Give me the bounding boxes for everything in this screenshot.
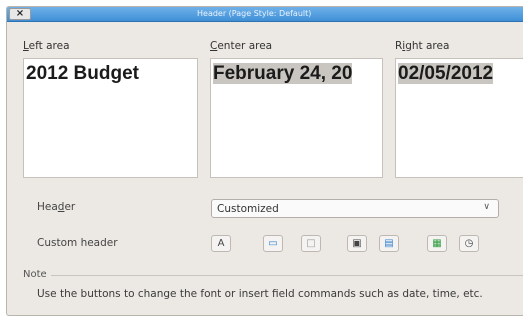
center-area-label: Center area: [210, 40, 273, 52]
close-button[interactable]: ×: [9, 8, 31, 20]
text-attributes-button[interactable]: A: [211, 235, 231, 252]
file-name-icon: □: [306, 238, 316, 249]
note-divider: [51, 275, 523, 276]
center-area-editor[interactable]: February 24, 20: [210, 58, 383, 178]
left-area-text: 2012 Budget: [26, 63, 139, 84]
header-label: Header: [37, 201, 76, 213]
chevron-down-icon: ∨: [483, 202, 490, 212]
time-icon: ◷: [464, 238, 474, 249]
text-attributes-icon: A: [217, 238, 225, 249]
header-select-value: Customized: [217, 203, 279, 215]
file-name-button[interactable]: □: [301, 235, 321, 252]
close-icon: ×: [15, 8, 25, 19]
center-area-text: February 24, 20: [213, 63, 353, 84]
left-area-label: Left area: [23, 40, 70, 52]
right-area-editor[interactable]: 02/05/2012: [395, 58, 523, 178]
header-select[interactable]: Customized ∨: [211, 199, 499, 218]
right-area-label: Right area: [395, 40, 450, 52]
date-button[interactable]: ▦: [427, 235, 447, 252]
date-icon: ▦: [432, 238, 442, 249]
time-button[interactable]: ◷: [459, 235, 479, 252]
sheet-name-icon: ▣: [352, 238, 362, 249]
header-dialog: × Header (Page Style: Default) Left area…: [6, 6, 523, 316]
sheet-name-button[interactable]: ▣: [347, 235, 367, 252]
title-button[interactable]: ▭: [263, 235, 283, 252]
note-text: Use the buttons to change the font or in…: [37, 288, 483, 300]
titlebar[interactable]: × Header (Page Style: Default): [7, 7, 523, 22]
note-label: Note: [23, 269, 47, 280]
title-icon: ▭: [268, 238, 278, 249]
left-area-editor[interactable]: 2012 Budget: [23, 58, 198, 178]
window-title: Header (Page Style: Default): [197, 9, 312, 18]
right-area-text: 02/05/2012: [398, 63, 494, 84]
page-icon: ▤: [384, 238, 394, 249]
page-button[interactable]: ▤: [379, 235, 399, 252]
custom-header-label: Custom header: [37, 237, 118, 249]
